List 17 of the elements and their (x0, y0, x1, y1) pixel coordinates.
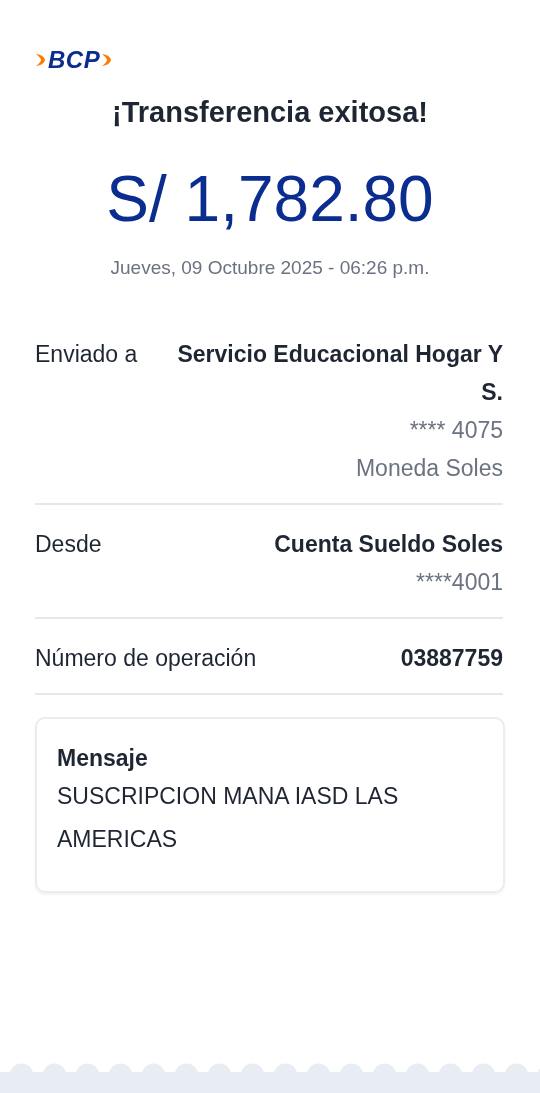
detail-value: 03887759 (400, 644, 503, 673)
detail-value: ****4001 (416, 568, 503, 597)
detail-value: Moneda Soles (355, 454, 503, 483)
chevron-icon (35, 53, 47, 67)
detail-value: **** 4075 (409, 416, 503, 445)
detail-value: Servicio Educacional Hogar Y S. (176, 340, 503, 407)
chevron-icon (101, 53, 114, 67)
success-title: ¡Transferencia exitosa! (111, 96, 429, 129)
message-heading: Mensaje (57, 744, 149, 773)
detail-value: Cuenta Sueldo Soles (274, 530, 503, 559)
date-time: Jueves, 09 Octubre 2025 - 06:26 p.m. (109, 257, 431, 279)
detail-label: Enviado a (35, 340, 138, 369)
logo-text: BCP (48, 46, 101, 74)
message-text: SUSCRIPCION MANA IASD LAS AMERICAS (57, 782, 400, 854)
amount: S/ 1,782.80 (105, 167, 435, 231)
detail-label: Desde (35, 530, 102, 559)
detail-label: Número de operación (35, 644, 257, 673)
